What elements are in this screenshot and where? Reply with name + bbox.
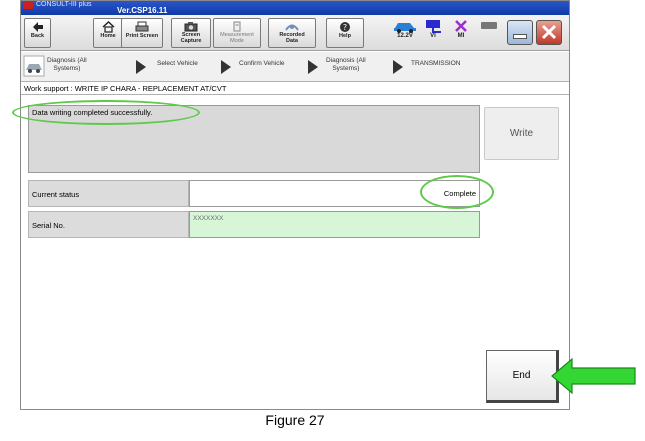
message-panel: Data writing completed successfully. — [28, 105, 480, 173]
breadcrumb: Diagnosis (All Systems) Select Vehicle C… — [21, 52, 569, 82]
camera-icon — [184, 22, 198, 32]
toolbar: Back Home Print Screen Screen Capture Me… — [21, 15, 569, 51]
window-title: CONSULT-III plus — [36, 1, 92, 8]
close-icon — [541, 24, 557, 40]
current-status-value: Complete — [443, 189, 476, 198]
work-support-label: Work support : WRITE IP CHARA - REPLACEM… — [21, 83, 569, 95]
screen-capture-button[interactable]: Screen Capture — [171, 18, 211, 48]
close-button[interactable] — [536, 20, 562, 45]
help-icon: ? — [340, 22, 350, 32]
breadcrumb-select-vehicle[interactable]: Select Vehicle — [157, 60, 198, 67]
car-battery-icon — [394, 23, 416, 33]
end-button[interactable]: End — [486, 350, 559, 403]
diagnosis-car-icon — [23, 55, 45, 77]
app-logo-icon — [23, 2, 33, 9]
measurement-mode-button[interactable]: Measurement Mode — [213, 18, 261, 48]
home-button[interactable]: Home — [93, 18, 123, 48]
breadcrumb-confirm-vehicle[interactable]: Confirm Vehicle — [239, 60, 285, 67]
recorded-data-button[interactable]: Recorded Data — [268, 18, 316, 48]
end-pointer-arrow-icon — [551, 357, 636, 395]
chevron-right-icon — [221, 60, 231, 74]
current-status-label: Current status — [28, 180, 189, 207]
message-text: Data writing completed successfully. — [32, 108, 153, 117]
serial-no-label: Serial No. — [28, 211, 189, 238]
minimize-button[interactable] — [507, 20, 533, 45]
battery-status: 12.2V — [392, 19, 418, 47]
vi-connector-icon — [426, 20, 441, 33]
measurement-icon — [233, 21, 241, 32]
chevron-right-icon — [393, 60, 403, 74]
home-icon — [102, 21, 114, 33]
figure-caption: Figure 27 — [265, 412, 325, 428]
chevron-right-icon — [136, 60, 146, 74]
serial-no-value: XXXXXXX — [193, 215, 224, 222]
mi-disconnected-icon — [455, 20, 467, 32]
title-bar: CONSULT-III plus Ver.CSP16.11 — [21, 1, 569, 15]
serial-no-value-box: XXXXXXX — [189, 211, 480, 238]
chevron-right-icon — [308, 60, 318, 74]
help-button[interactable]: ? Help — [326, 18, 364, 48]
svg-text:?: ? — [343, 23, 347, 32]
mi-status: MI — [448, 19, 474, 47]
back-button[interactable]: Back — [24, 18, 51, 48]
write-button[interactable]: Write — [484, 107, 559, 160]
connection-status — [476, 19, 502, 47]
connector-icon — [481, 22, 497, 29]
version-label: Ver.CSP16.11 — [117, 6, 168, 15]
printer-icon — [135, 21, 149, 32]
vi-status: VI — [420, 19, 446, 47]
breadcrumb-transmission[interactable]: TRANSMISSION — [411, 60, 460, 67]
back-arrow-icon — [32, 22, 43, 32]
breadcrumb-diagnosis-all-systems[interactable]: Diagnosis (All Systems) — [47, 57, 87, 73]
print-screen-button[interactable]: Print Screen — [121, 18, 163, 48]
breadcrumb-diagnosis-all-systems-2[interactable]: Diagnosis (All Systems) — [326, 57, 366, 73]
current-status-value-box: Complete — [189, 180, 480, 207]
recorded-data-icon — [285, 24, 299, 31]
consult-window: CONSULT-III plus Ver.CSP16.11 Back Home … — [20, 0, 570, 410]
